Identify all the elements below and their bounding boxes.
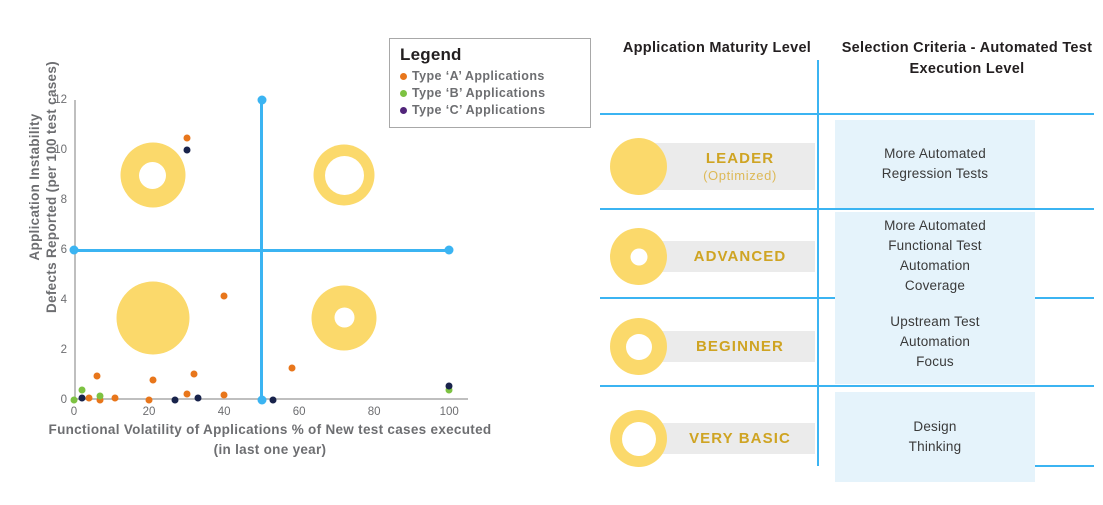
maturity-level-name: ADVANCED — [693, 248, 787, 265]
medium-hole-donut-icon — [610, 318, 667, 375]
maturity-label-chip: VERY BASIC — [649, 423, 815, 454]
row-divider — [600, 208, 1094, 210]
maturity-table: Application Maturity Level Selection Cri… — [600, 0, 1103, 505]
scatter-point — [70, 396, 78, 404]
maturity-row-4[interactable]: VERY BASIC — [610, 410, 815, 467]
x-tick-label: 60 — [292, 406, 306, 418]
maturity-row-1[interactable]: LEADER (Optimized) — [610, 138, 815, 195]
column-header-criteria: Selection Criteria - Automated Test Exec… — [841, 40, 1093, 77]
scatter-point — [149, 376, 157, 384]
column-divider — [817, 60, 819, 466]
legend-item-label: Type ‘C’ Applications — [412, 103, 546, 117]
criteria-cell-1: More Automated Regression Tests — [835, 120, 1035, 208]
badge-hole — [630, 248, 647, 265]
quadrant-line-endpoint — [257, 395, 267, 405]
scatter-point — [194, 394, 202, 401]
scatter-point — [145, 396, 153, 404]
top-right-ring — [313, 144, 375, 206]
badge-hole — [621, 421, 656, 456]
scatter-point — [269, 396, 277, 404]
y-tick-label: 6 — [60, 244, 67, 256]
legend-item[interactable]: Type ‘C’ Applications — [400, 103, 582, 117]
quadrant-line-endpoint — [444, 245, 454, 255]
legend-title: Legend — [400, 45, 462, 64]
row-divider — [600, 385, 1094, 387]
scatter-point — [220, 292, 228, 300]
legend-box: Legend Type ‘A’ Applications Type ‘B’ App… — [389, 38, 591, 128]
legend-item[interactable]: Type ‘B’ Applications — [400, 86, 582, 100]
y-tick-label: 12 — [54, 94, 67, 106]
maturity-level-name: BEGINNER — [696, 338, 784, 355]
scatter-point — [85, 394, 93, 401]
maturity-label-chip: LEADER (Optimized) — [649, 143, 815, 190]
small-hole-donut-icon — [610, 228, 667, 285]
quadrant-chart: Application Instability Defects Reported… — [0, 0, 600, 505]
quadrant-line-endpoint — [69, 245, 79, 255]
bubble-hole — [139, 161, 167, 189]
criteria-cell-3: Upstream Test Automation Focus — [835, 300, 1035, 384]
maturity-level-name: LEADER — [705, 150, 775, 167]
bottom-right-donut — [311, 285, 377, 350]
legend-item[interactable]: Type ‘A’ Applications — [400, 69, 582, 83]
maturity-label-chip: ADVANCED — [649, 241, 815, 272]
column-header-maturity: Application Maturity Level — [622, 40, 812, 56]
scatter-point — [96, 392, 104, 400]
bottom-left-solid — [116, 281, 190, 354]
scatter-point — [183, 146, 191, 154]
maturity-level-sublabel: (Optimized) — [703, 168, 777, 183]
y-tick-label: 0 — [60, 394, 67, 406]
quadrant-line-vertical — [260, 100, 264, 400]
top-left-donut — [120, 142, 186, 208]
x-tick-label: 40 — [217, 406, 231, 418]
scatter-point — [220, 391, 228, 399]
x-tick-label: 80 — [367, 406, 381, 418]
y-axis-title: Application Instability Defects Reported… — [27, 61, 59, 313]
bubble-hole — [334, 307, 355, 328]
row-divider — [600, 113, 1094, 115]
maturity-row-3[interactable]: BEGINNER — [610, 318, 815, 375]
badge-hole — [625, 333, 652, 360]
bubble-hole — [324, 155, 364, 195]
quadrant-line-endpoint — [257, 95, 267, 105]
y-tick-label: 8 — [60, 194, 67, 206]
scatter-point — [111, 394, 119, 401]
plot-area: 0 2 4 6 8 10 12 0 20 40 60 80 100 — [54, 94, 468, 418]
x-tick-label: 100 — [439, 406, 459, 418]
scatter-point — [445, 382, 453, 390]
x-tick-label: 0 — [70, 406, 78, 418]
scatter-point — [93, 372, 100, 380]
scatter-point — [288, 364, 296, 371]
x-axis-title: Functional Volatility of Applications % … — [48, 422, 492, 457]
maturity-label-chip: BEGINNER — [649, 331, 815, 362]
filled-circle-icon — [610, 138, 667, 195]
scatter-point — [183, 134, 191, 141]
y-tick-label: 10 — [54, 144, 67, 156]
legend-swatch-icon — [400, 106, 407, 114]
legend-swatch-icon — [400, 89, 407, 97]
scatter-point — [171, 396, 179, 403]
criteria-cell-2: More Automated Functional Test Automatio… — [835, 212, 1035, 300]
scatter-point — [78, 386, 85, 394]
legend-swatch-icon — [400, 72, 407, 80]
ring-icon — [610, 410, 667, 467]
maturity-level-name: VERY BASIC — [689, 430, 791, 447]
criteria-cell-4: Design Thinking — [835, 392, 1035, 482]
legend-item-label: Type ‘A’ Applications — [412, 69, 545, 83]
y-tick-label: 4 — [60, 294, 67, 306]
scatter-point — [190, 370, 198, 378]
scatter-point — [78, 394, 85, 401]
maturity-row-2[interactable]: ADVANCED — [610, 228, 815, 285]
scatter-point — [183, 390, 191, 398]
infographic-root: Application Instability Defects Reported… — [0, 0, 1103, 505]
legend-item-label: Type ‘B’ Applications — [412, 86, 546, 100]
x-tick-label: 20 — [142, 406, 156, 418]
y-tick-label: 2 — [60, 344, 67, 356]
